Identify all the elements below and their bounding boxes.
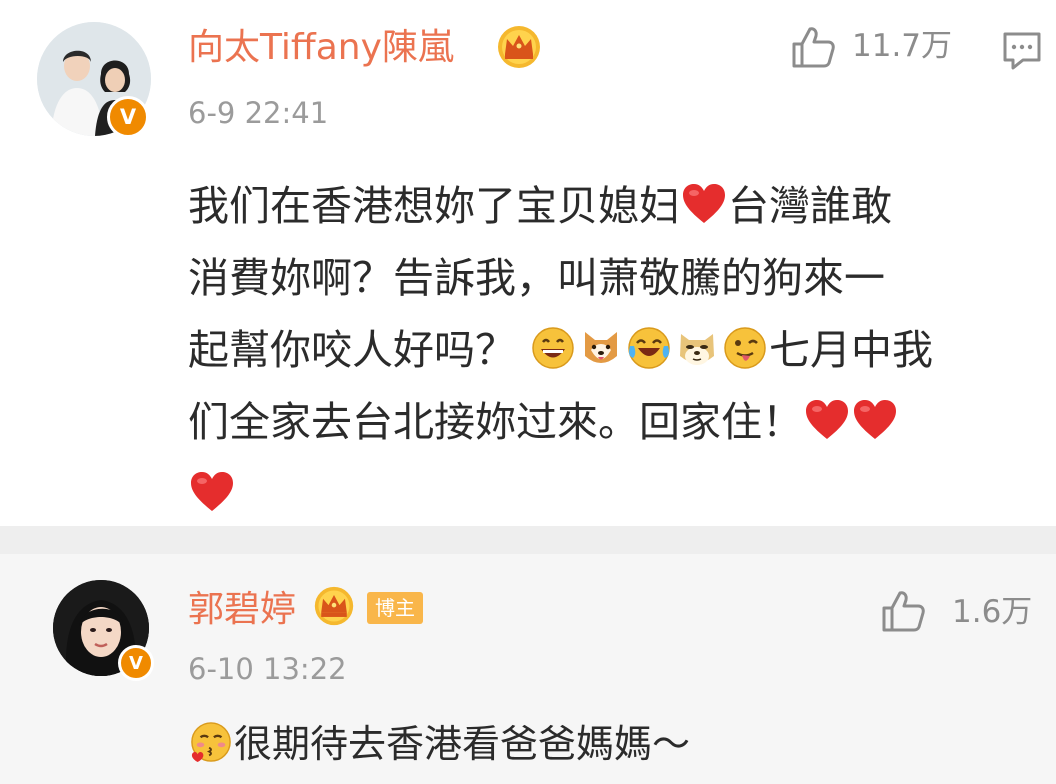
divider <box>0 526 1056 554</box>
heart-icon <box>852 399 898 441</box>
verified-badge: V <box>107 96 149 138</box>
role-badge: 博主 <box>367 592 423 624</box>
thumbs-up-icon[interactable] <box>790 24 836 70</box>
heart-icon <box>681 183 727 225</box>
crown-icon <box>313 585 355 627</box>
laugh-cry-emoji-icon <box>628 327 670 369</box>
comment-text-segment: 起幫你咬人好吗？ <box>188 326 516 374</box>
shiba-dog-icon <box>585 332 618 363</box>
grin-emoji-icon <box>532 327 574 369</box>
doge-icon <box>680 334 715 365</box>
username[interactable]: 郭碧婷 <box>188 588 296 632</box>
thumbs-up-icon[interactable] <box>880 588 926 634</box>
crown-icon <box>496 24 542 70</box>
heart-icon <box>804 399 850 441</box>
comment-text: 很期待去香港看爸爸媽媽～ <box>188 716 690 772</box>
verified-badge: V <box>118 645 154 681</box>
reply-icon[interactable] <box>1000 28 1044 72</box>
like-count: 1.6万 <box>952 594 1033 630</box>
comment-text-segment: 台灣誰敢 <box>728 182 892 230</box>
tongue-wink-emoji-icon <box>724 327 766 369</box>
like-count: 11.7万 <box>852 28 953 64</box>
comment-item: V 向太Tiffany陳嵐 11.7万 6-9 22:41 我们在香港想妳了宝贝… <box>0 0 1056 526</box>
comment-text-segment: 们全家去台北接妳过來。回家住！ <box>188 398 803 446</box>
comment-text: 我们在香港想妳了宝贝媳妇 台灣誰敢 消費妳啊？告訴我，叫萧敬騰的狗來一 起幫你咬人… <box>188 170 1048 530</box>
heart-icon <box>189 471 235 513</box>
blush-kiss-emoji-icon <box>191 722 231 763</box>
comment-text-segment: 很期待去香港看爸爸媽媽～ <box>234 722 691 766</box>
timestamp: 6-10 13:22 <box>188 652 347 686</box>
comment-text-segment: 消費妳啊？告訴我，叫萧敬騰的狗來一 <box>188 254 885 302</box>
timestamp: 6-9 22:41 <box>188 96 329 130</box>
comment-text-segment: 我们在香港想妳了宝贝媳妇 <box>188 182 680 230</box>
username[interactable]: 向太Tiffany陳嵐 <box>188 26 454 70</box>
comment-text-segment: 七月中我 <box>769 326 934 374</box>
